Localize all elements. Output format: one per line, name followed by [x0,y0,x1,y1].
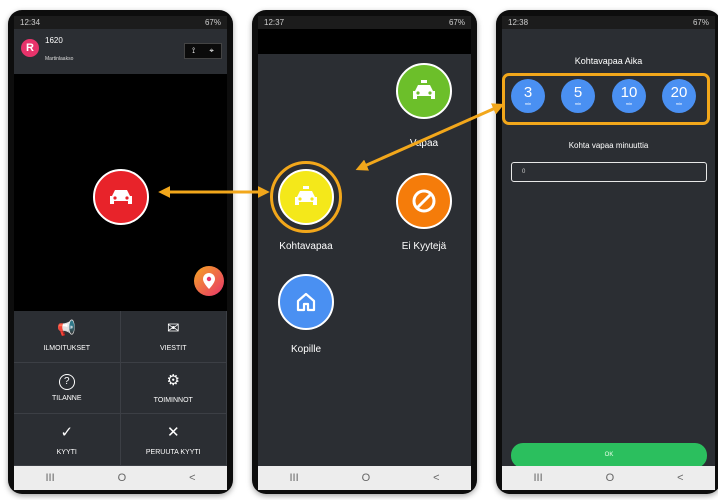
arrow-kohtavapaa-to-minutes [355,103,505,171]
connector-arrows [158,103,505,198]
